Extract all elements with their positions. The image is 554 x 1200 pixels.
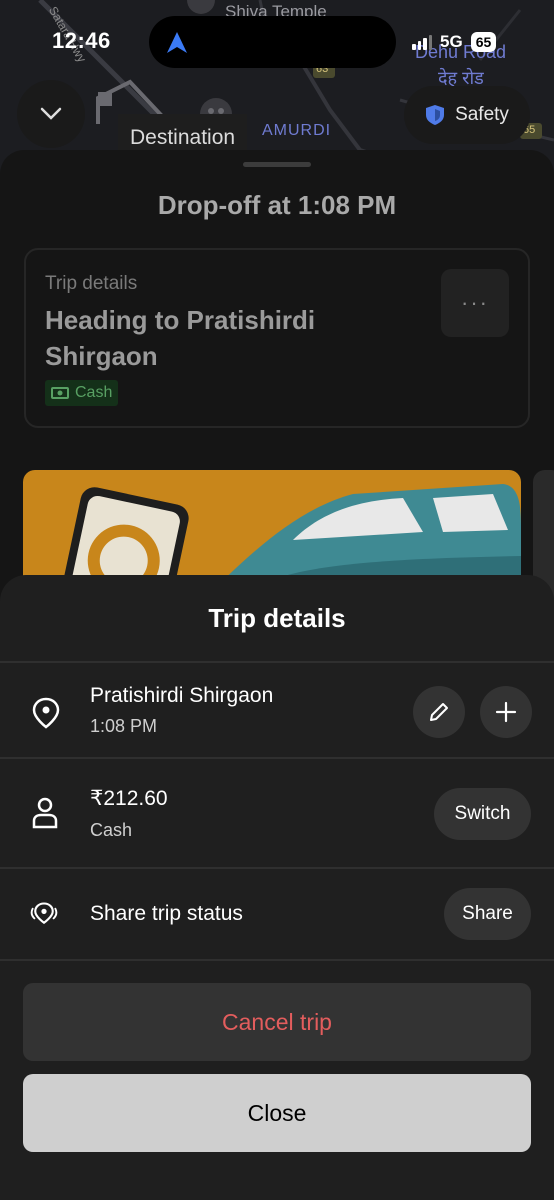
cash-icon <box>51 387 69 399</box>
sheet-handle[interactable] <box>243 162 311 167</box>
dropoff-time: Drop-off at 1:08 PM <box>157 190 397 220</box>
more-icon: ··· <box>461 290 489 315</box>
status-icons: 5G 65 <box>412 30 497 54</box>
safety-label: Safety <box>455 104 509 125</box>
chevron-down-icon <box>40 107 62 120</box>
network-type: 5G <box>440 32 463 51</box>
payment-badge: Cash <box>45 380 119 406</box>
close-button[interactable]: Close <box>23 1074 531 1152</box>
battery-icon: 65 <box>470 32 497 52</box>
person-icon <box>32 797 58 829</box>
divider <box>0 959 554 961</box>
signal-icon <box>412 34 432 50</box>
fare-amount: ₹212.60 <box>90 787 168 810</box>
trip-card-label: Trip details <box>45 273 138 294</box>
pencil-icon <box>430 703 448 721</box>
payment-method: Cash <box>90 820 133 840</box>
status-time: 12:46 <box>52 28 111 53</box>
plus-icon <box>495 701 517 723</box>
edit-destination-button[interactable] <box>413 686 465 738</box>
collapse-button[interactable] <box>17 80 85 148</box>
share-trip-label: Share trip status <box>90 902 243 925</box>
temple-poi-icon <box>187 0 215 14</box>
switch-payment-button[interactable]: Switch <box>434 788 531 840</box>
destination-time: 1:08 PM <box>90 716 158 736</box>
destination-name: Pratishirdi Shirgaon <box>90 684 274 707</box>
trip-card-title: Heading to Pratishirdi Shirgaon <box>45 305 316 371</box>
payment-badge-label: Cash <box>75 384 113 401</box>
destination-row[interactable] <box>0 663 554 757</box>
more-options-button[interactable]: ··· <box>441 269 509 337</box>
navigation-arrow-icon <box>167 32 187 53</box>
share-button[interactable]: Share <box>444 888 531 940</box>
location-pin-icon <box>32 697 60 729</box>
sheet-title: Trip details <box>208 603 346 633</box>
safety-button[interactable]: Safety <box>404 86 530 144</box>
add-stop-button[interactable] <box>480 686 532 738</box>
map-label-area: AMURDI <box>262 122 332 139</box>
share-location-icon <box>30 902 58 925</box>
shield-icon <box>426 105 445 125</box>
cancel-trip-button[interactable]: Cancel trip <box>23 983 531 1061</box>
